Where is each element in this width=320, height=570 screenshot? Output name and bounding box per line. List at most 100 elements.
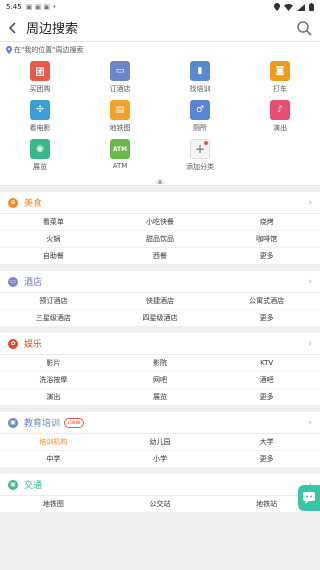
list-item[interactable]: 甜品饮品 <box>106 231 214 248</box>
list-item[interactable]: 预订酒店 <box>0 293 107 310</box>
book-icon: ▮ <box>190 61 210 81</box>
list-item[interactable]: 小吃快餐 <box>106 214 214 231</box>
status-time: 5:45 <box>6 3 22 11</box>
list-item[interactable]: 西餐 <box>106 248 214 265</box>
section-title: 交通 <box>24 481 43 491</box>
film-icon: ✣ <box>30 100 50 120</box>
list-item[interactable]: 中学 <box>0 451 107 468</box>
list-item[interactable]: 更多 <box>213 310 320 327</box>
section-entertainment: ✿ 娱乐 › 影片 影院 KTV 洗浴按摩 网吧 酒吧 演出 展览 更多 <box>0 333 320 406</box>
back-button[interactable] <box>8 18 22 38</box>
app-header: 周边搜索 <box>0 14 320 42</box>
list-item[interactable]: 公交站 <box>106 496 214 513</box>
list-item[interactable]: 四星级酒店 <box>106 310 214 327</box>
grid-item-label: ATM <box>112 162 128 170</box>
hotel-icon: ▭ <box>8 276 18 287</box>
location-pin-icon <box>6 46 12 54</box>
chevron-right-icon: › <box>308 338 312 349</box>
list-item[interactable]: 幼儿园 <box>106 434 214 451</box>
search-icon[interactable] <box>296 20 312 36</box>
grid-item-label: 展览 <box>33 163 47 171</box>
grid-item[interactable]: ◙ 打车 <box>240 61 320 94</box>
grid-item-label: 找培训 <box>189 85 211 93</box>
chevron-right-icon: › <box>308 276 312 287</box>
section-header[interactable]: ▣ 交通 › <box>0 474 320 496</box>
chat-icon <box>303 492 315 504</box>
section-title: 娱乐 <box>24 340 43 350</box>
section-transport: ▣ 交通 › 地铁图 公交站 地铁站 <box>0 474 320 513</box>
list-item[interactable]: 咖啡馆 <box>213 231 320 248</box>
grid-item[interactable]: ◉ 展览 <box>0 139 80 172</box>
list-item[interactable]: 烧烤 <box>213 214 320 231</box>
chevron-right-icon: › <box>308 197 312 208</box>
grid-item[interactable]: ▭ 订酒店 <box>80 61 160 94</box>
eye-icon: ◉ <box>30 139 50 159</box>
list-item[interactable]: KTV <box>213 355 320 372</box>
list-item[interactable]: 酒吧 <box>213 372 320 389</box>
grid-item[interactable]: ATM ATM <box>80 139 160 172</box>
section-header[interactable]: ▭ 酒店 › <box>0 271 320 293</box>
grid-item[interactable]: ▮ 找培训 <box>160 61 240 94</box>
list-item[interactable]: 展览 <box>106 389 214 406</box>
list-item[interactable]: 小学 <box>106 451 214 468</box>
add-icon: + <box>190 139 210 159</box>
coupon-icon: 团 <box>30 61 50 81</box>
grid-item[interactable]: 团 买团购 <box>0 61 80 94</box>
page-title: 周边搜索 <box>26 22 79 37</box>
red-dot-icon <box>204 141 208 145</box>
bed-icon: ▭ <box>110 61 130 81</box>
list-item[interactable]: 火锅 <box>0 231 107 248</box>
list-item[interactable]: 公寓式酒店 <box>213 293 320 310</box>
category-grid: 团 买团购 ▭ 订酒店 ▮ 找培训 ◙ 打车 ✣ 看电影 ▤ 地铁图 ♂ 厕所 … <box>0 58 320 178</box>
location-text: 在"我的位置"周边搜索 <box>14 46 84 54</box>
list-item[interactable]: 影院 <box>106 355 214 372</box>
list-item[interactable]: 大学 <box>213 434 320 451</box>
section-header[interactable]: ✿ 娱乐 › <box>0 333 320 355</box>
status-notification-icons: ▣ ▣ ▣ • <box>25 3 57 11</box>
section-header[interactable]: ▣ 教育培训 new › <box>0 412 320 434</box>
grid-item-label: 添加分类 <box>186 163 214 171</box>
list-item[interactable]: 快捷酒店 <box>106 293 214 310</box>
grid-item-label: 演出 <box>273 124 287 132</box>
subway-icon: ▤ <box>110 100 130 120</box>
list-item[interactable]: 影片 <box>0 355 107 372</box>
grid-item-label: 看电影 <box>29 124 51 132</box>
education-icon: ▣ <box>8 417 18 428</box>
battery-icon <box>309 3 314 11</box>
list-item[interactable]: 网吧 <box>106 372 214 389</box>
list-item[interactable]: 三星级酒店 <box>0 310 107 327</box>
section-title: 美食 <box>24 199 43 209</box>
status-bar: 5:45 ▣ ▣ ▣ • <box>0 0 320 14</box>
section-education: ▣ 教育培训 new › 培训机构 幼儿园 大学 中学 小学 更多 <box>0 412 320 468</box>
list-item[interactable]: 更多 <box>213 389 320 406</box>
list-item[interactable]: 自助餐 <box>0 248 107 265</box>
new-badge: new <box>64 417 85 428</box>
list-item[interactable]: 演出 <box>0 389 107 406</box>
fun-icon: ✿ <box>8 338 18 349</box>
food-icon: ⊕ <box>8 197 18 208</box>
list-item[interactable]: 地铁图 <box>0 496 107 513</box>
location-hint[interactable]: 在"我的位置"周边搜索 <box>0 42 320 58</box>
list-item[interactable]: 洗浴按摩 <box>0 372 107 389</box>
list-item[interactable]: 看菜单 <box>0 214 107 231</box>
grid-item[interactable]: ▤ 地铁图 <box>80 100 160 133</box>
section-title: 酒店 <box>24 278 43 288</box>
grid-item[interactable]: ♂ 厕所 <box>160 100 240 133</box>
music-icon: ♪ <box>270 100 290 120</box>
transport-icon: ▣ <box>8 479 18 490</box>
grid-item-label: 打车 <box>273 85 287 93</box>
atm-icon: ATM <box>110 139 130 159</box>
feedback-float-button[interactable] <box>298 485 320 511</box>
grid-item[interactable]: ♪ 演出 <box>240 100 320 133</box>
section-header[interactable]: ⊕ 美食 › <box>0 192 320 214</box>
wifi-icon <box>284 3 293 11</box>
grid-item[interactable]: + 添加分类 <box>160 139 240 172</box>
list-item[interactable]: 培训机构 <box>0 434 107 451</box>
grid-item[interactable]: ✣ 看电影 <box>0 100 80 133</box>
list-item[interactable]: 更多 <box>213 451 320 468</box>
section-hotel: ▭ 酒店 › 预订酒店 快捷酒店 公寓式酒店 三星级酒店 四星级酒店 更多 <box>0 271 320 327</box>
section-title: 教育培训 <box>24 419 61 429</box>
list-item[interactable]: 更多 <box>213 248 320 265</box>
section-food: ⊕ 美食 › 看菜单 小吃快餐 烧烤 火锅 甜品饮品 咖啡馆 自助餐 西餐 更多 <box>0 192 320 265</box>
collapse-toggle[interactable]: ▲ <box>0 178 320 186</box>
